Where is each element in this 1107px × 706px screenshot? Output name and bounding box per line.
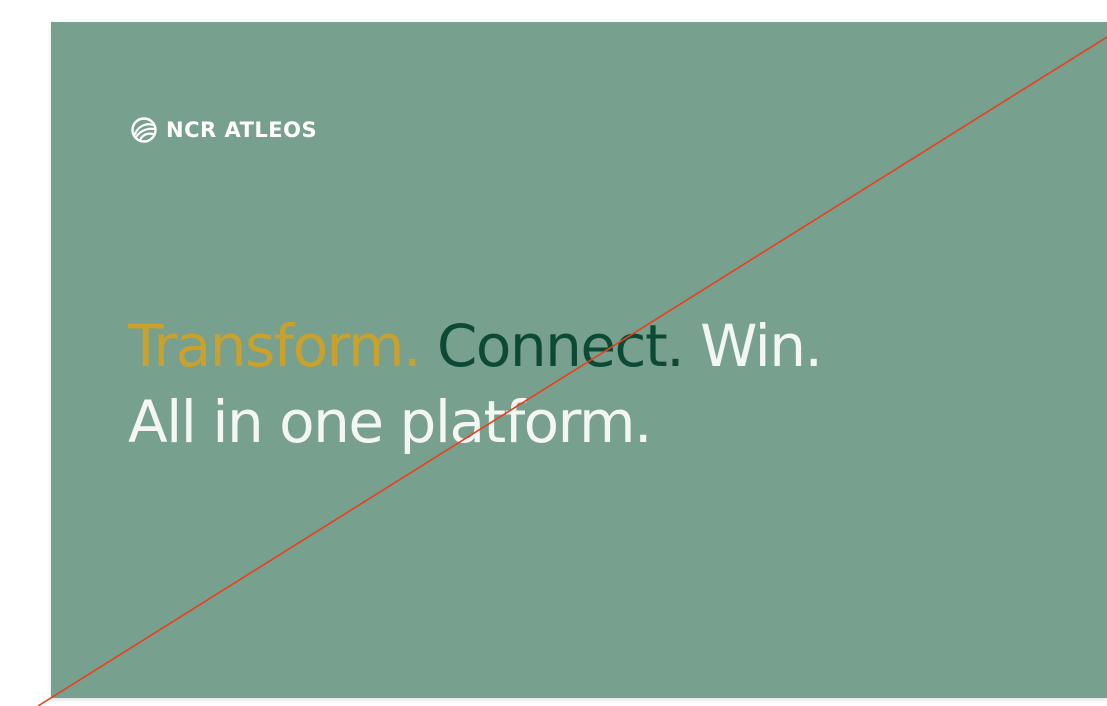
brand-logo[interactable]: NCR ATLEOS	[130, 116, 317, 144]
headline-word-transform: Transform.	[128, 312, 421, 380]
headline-line-2: All in one platform.	[128, 388, 652, 456]
hero-banner[interactable]: NCR ATLEOS Transform. Connect. Win. All …	[51, 22, 1107, 698]
headline-word-win: Win.	[700, 312, 823, 380]
headline-word-connect: Connect.	[436, 312, 685, 380]
brand-name: NCR ATLEOS	[166, 118, 318, 142]
hero-headline: Transform. Connect. Win. All in one plat…	[128, 308, 823, 460]
globe-swirl-icon	[131, 117, 157, 143]
page-frame: NCR ATLEOS Transform. Connect. Win. All …	[0, 0, 1107, 706]
headline-line-1: Transform. Connect. Win.	[128, 308, 823, 384]
